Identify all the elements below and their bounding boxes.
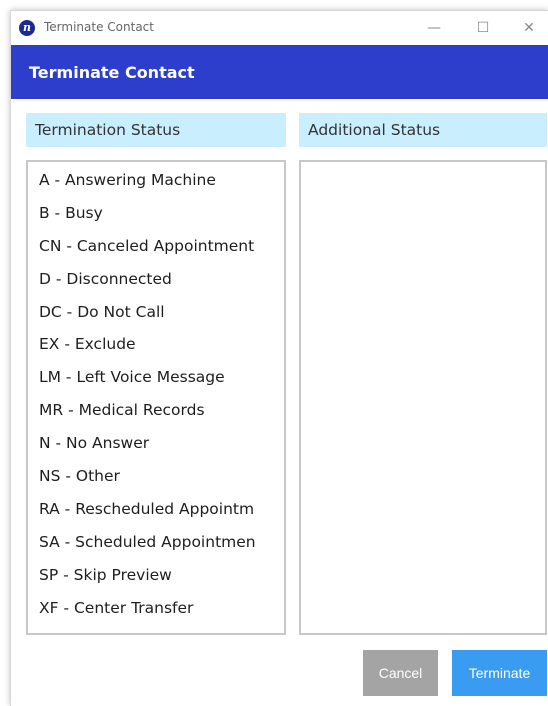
termination-status-list[interactable]: A - Answering Machine B - Busy CN - Cancel…: [26, 160, 286, 635]
dialog-header: Terminate Contact: [11, 45, 548, 99]
list-item[interactable]: EX - Exclude: [28, 328, 284, 361]
window-title: Terminate Contact: [44, 20, 154, 34]
app-logo-icon: n: [19, 20, 35, 36]
list-item[interactable]: RA - Rescheduled Appointm: [28, 493, 284, 526]
list-item[interactable]: LM - Left Voice Message: [28, 361, 284, 394]
dialog-title: Terminate Contact: [29, 63, 195, 82]
additional-status-heading: Additional Status: [299, 113, 547, 147]
close-icon[interactable]: ✕: [511, 16, 547, 40]
terminate-button[interactable]: Terminate: [452, 650, 547, 696]
list-item[interactable]: NS - Other: [28, 460, 284, 493]
additional-status-list[interactable]: [299, 160, 547, 635]
terminate-contact-window: n Terminate Contact — ☐ ✕ Terminate Cont…: [10, 10, 548, 706]
list-item[interactable]: A - Answering Machine: [28, 164, 284, 197]
list-item[interactable]: DC - Do Not Call: [28, 296, 284, 329]
list-item[interactable]: SA - Scheduled Appointmen: [28, 526, 284, 559]
list-item[interactable]: CN - Canceled Appointment: [28, 230, 284, 263]
cancel-button[interactable]: Cancel: [363, 650, 438, 696]
list-item[interactable]: D - Disconnected: [28, 263, 284, 296]
list-item[interactable]: SP - Skip Preview: [28, 559, 284, 592]
title-bar: n Terminate Contact — ☐ ✕: [11, 11, 548, 45]
termination-status-heading: Termination Status: [26, 113, 286, 147]
list-item[interactable]: XF - Center Transfer: [28, 592, 284, 625]
maximize-icon[interactable]: ☐: [465, 16, 501, 40]
list-item[interactable]: N - No Answer: [28, 427, 284, 460]
list-item[interactable]: MR - Medical Records: [28, 394, 284, 427]
list-item[interactable]: B - Busy: [28, 197, 284, 230]
minimize-icon[interactable]: —: [416, 16, 452, 40]
